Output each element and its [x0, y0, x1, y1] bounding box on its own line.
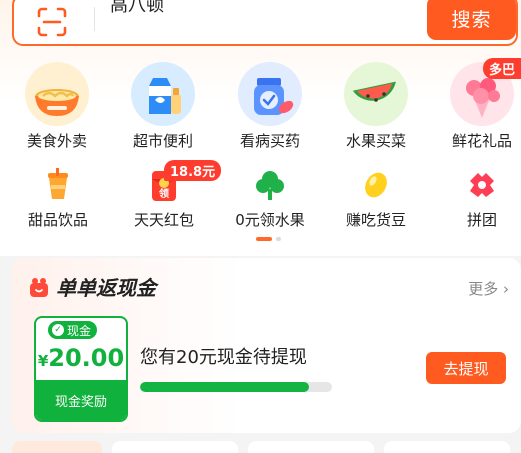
page-dot-active	[256, 237, 272, 241]
cashback-title: 单单返现金	[56, 276, 156, 300]
category-supermarket[interactable]: 超市便利	[113, 62, 213, 151]
category-label: 拼团	[466, 211, 497, 229]
scan-icon[interactable]	[36, 6, 68, 38]
cashback-card: 单单返现金 更多 › ✓ 现金 ¥20.00 现金奖励 您有20元现金待提现 去…	[12, 258, 521, 433]
tree-icon	[250, 165, 290, 205]
coupon-amount: ¥20.00	[36, 344, 126, 372]
noodle-bowl-icon	[25, 62, 89, 126]
category-label: 甜品饮品	[27, 211, 88, 229]
bottom-tab-placeholder	[384, 441, 510, 453]
gift-bag-icon	[30, 278, 48, 297]
more-label: 更多	[468, 280, 499, 298]
search-button[interactable]: 搜索	[427, 0, 516, 40]
category-label: 0元领水果	[235, 211, 305, 229]
search-bar[interactable]: 高八顿 搜索	[12, 0, 518, 46]
bottom-tab-placeholder	[112, 441, 238, 453]
category-desserts[interactable]: 甜品饮品	[6, 165, 110, 230]
flowers-promo-badge: 多巴	[483, 58, 521, 79]
withdraw-progress-bar	[140, 382, 332, 392]
search-input[interactable]: 高八顿	[110, 0, 164, 17]
medicine-bottle-icon	[238, 62, 302, 126]
coupon-tag: ✓ 现金	[48, 321, 98, 339]
category-fruit-veg[interactable]: 水果买菜	[326, 62, 426, 151]
coupon-tag-label: 现金	[67, 323, 92, 338]
progress-fill	[140, 382, 309, 392]
drink-cup-icon	[38, 165, 78, 205]
amount-value: 20.00	[48, 344, 125, 372]
category-label: 水果买菜	[345, 132, 406, 150]
category-label: 看病买药	[239, 132, 300, 150]
category-free-fruit[interactable]: 0元领水果	[218, 165, 322, 230]
bottom-tab-placeholder	[248, 441, 374, 453]
withdraw-button[interactable]: 去提现	[426, 352, 506, 384]
category-foodie-beans[interactable]: 赚吃货豆	[324, 165, 428, 230]
page-indicator	[256, 237, 281, 241]
category-label: 赚吃货豆	[345, 211, 406, 229]
group-buy-icon	[462, 165, 502, 205]
milk-carton-icon	[131, 62, 195, 126]
category-food-delivery[interactable]: 美食外卖	[7, 62, 107, 151]
more-link[interactable]: 更多 ›	[468, 278, 509, 299]
chevron-right-icon: ›	[503, 280, 509, 298]
watermelon-icon	[344, 62, 408, 126]
cash-coupon: ✓ 现金 ¥20.00 现金奖励	[34, 316, 128, 422]
svg-text:领: 领	[159, 187, 169, 200]
category-label: 超市便利	[132, 132, 193, 150]
page-dot	[276, 237, 281, 241]
red-packet-promo-badge: 18.8元	[164, 160, 222, 181]
category-label: 鲜花礼品	[451, 132, 512, 150]
category-medicine[interactable]: 看病买药	[220, 62, 320, 151]
coupon-footer: 现金奖励	[36, 380, 126, 420]
currency-symbol: ¥	[37, 352, 49, 370]
bean-icon	[356, 165, 396, 205]
cash-message: 您有20元现金待提现	[140, 347, 307, 368]
category-group-buy[interactable]: 拼团	[430, 165, 521, 230]
search-divider	[94, 7, 95, 31]
bottom-tab-placeholder	[12, 441, 102, 453]
category-label: 天天红包	[133, 211, 194, 229]
category-label: 美食外卖	[26, 132, 87, 150]
check-icon: ✓	[52, 324, 64, 336]
